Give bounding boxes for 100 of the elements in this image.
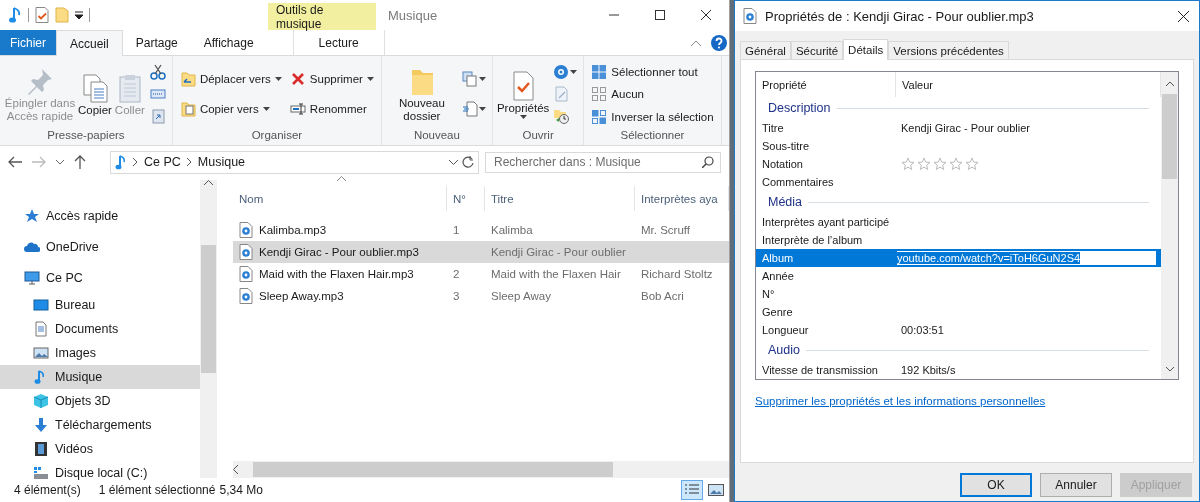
selection-info: 1 élément sélectionné (98, 483, 216, 497)
nav-item[interactable]: Téléchargements (0, 413, 200, 437)
breadcrumb[interactable]: Ce PC (144, 155, 181, 169)
property-name: Sous-titre (761, 140, 811, 152)
up-icon[interactable] (74, 155, 86, 169)
nav-item[interactable]: OneDrive (0, 231, 200, 262)
file-name: Maid with the Flaxen Hair.mp3 (259, 268, 414, 280)
artist-name: Mr. Scruff (641, 224, 690, 236)
new-item-icon (461, 71, 478, 88)
caret-icon (478, 106, 486, 111)
album-field[interactable]: youtube.com/watch?v=iToH6GuN2S4 (896, 250, 1157, 266)
forward-icon[interactable] (32, 156, 46, 168)
rating-stars[interactable] (901, 157, 979, 171)
audio-file-icon (239, 266, 253, 282)
properties-icon[interactable] (35, 7, 49, 23)
star-icon (933, 157, 947, 171)
chevron-down-icon[interactable] (449, 159, 458, 165)
ribbon-button[interactable]: Copier (78, 69, 112, 119)
scrollbar[interactable] (233, 461, 729, 478)
column-header[interactable]: Interprètes aya (635, 186, 729, 211)
ribbon-button[interactable]: Nouveau dossier (385, 63, 458, 125)
rename-icon (289, 101, 306, 117)
column-header[interactable]: Titre (485, 186, 635, 211)
film-icon (33, 441, 49, 457)
ribbon-button[interactable]: Supprimer (286, 69, 377, 89)
collapse-ribbon-icon[interactable] (691, 39, 701, 46)
scroll-down-icon (1165, 366, 1174, 372)
column-header[interactable]: Propriété (756, 72, 896, 97)
nav-item[interactable]: Disque local (C:) (0, 461, 200, 485)
scroll-up-icon (1165, 80, 1174, 86)
disc-icon (553, 64, 570, 80)
ribbon-tab[interactable]: Affichage (190, 30, 267, 55)
dialog-tab[interactable]: Général (740, 41, 791, 59)
nav-item[interactable]: Images (0, 341, 200, 365)
ribbon-button[interactable]: Renommer (286, 99, 377, 119)
scrollbar-thumb[interactable] (201, 245, 216, 373)
back-icon[interactable] (8, 156, 22, 168)
address-bar[interactable]: Ce PC Musique (110, 150, 479, 174)
invert-selection-icon (591, 108, 608, 125)
download-icon (33, 417, 49, 433)
nav-item[interactable]: Objets 3D (0, 389, 200, 413)
caret-icon (478, 77, 486, 82)
folder-copy-icon (179, 101, 196, 117)
scrollbar-thumb[interactable] (253, 462, 613, 477)
breadcrumb[interactable]: Musique (197, 155, 246, 169)
file-row[interactable]: Kendji Girac - Pour oublier.mp3 Kendji Girac - Pour oublier (233, 241, 729, 263)
path-icon (149, 86, 166, 102)
disc-button[interactable] (551, 63, 580, 81)
nav-item[interactable]: Musique (0, 365, 200, 389)
ribbon-button[interactable]: Sélectionner tout (588, 61, 717, 82)
ribbon-button[interactable]: Aucun (588, 84, 717, 104)
edit-icon (553, 86, 570, 102)
ok-button[interactable]: OK (960, 473, 1032, 497)
dialog-tab[interactable]: Détails (843, 39, 889, 60)
property-name: Album (756, 249, 896, 267)
cancel-button[interactable]: Annuler (1040, 473, 1112, 497)
select-none-icon (591, 86, 608, 102)
scrollbar-thumb[interactable] (1162, 94, 1177, 179)
artist-name: Richard Stoltz (641, 268, 713, 280)
caret-icon[interactable] (75, 11, 83, 19)
ribbon-button[interactable]: Propriétés (496, 67, 550, 121)
property-value: Kendji Girac - Pour oublier (901, 122, 1030, 134)
section-heading: Audio (768, 343, 800, 357)
star-icon (965, 157, 979, 171)
ribbon-tab[interactable]: Accueil (56, 30, 123, 56)
remove-properties-link[interactable]: Supprimer les propriétés et les informations personnelles (755, 395, 1046, 407)
dialog-tab[interactable]: Versions précédentes (888, 41, 1009, 59)
close-icon (701, 10, 711, 20)
ribbon-button[interactable]: Copier vers (176, 99, 285, 119)
track-number: 1 (453, 224, 460, 236)
file-menu-button[interactable]: Fichier (0, 30, 56, 55)
refresh-icon[interactable] (462, 156, 474, 168)
column-header[interactable]: N° (447, 186, 485, 211)
chevron-down-icon[interactable] (56, 159, 64, 165)
nav-item[interactable]: Bureau (0, 293, 200, 317)
scrollbar[interactable] (200, 180, 217, 478)
close-button[interactable] (1178, 10, 1189, 22)
ribbon-tab[interactable]: Partage (122, 30, 191, 55)
file-row[interactable]: Kalimba.mp3 1 Kalimba Mr. Scruff (233, 219, 729, 241)
ribbon-tab[interactable]: Lecture (292, 30, 385, 55)
help-icon[interactable] (711, 34, 727, 51)
nav-item[interactable]: Ce PC (0, 262, 200, 293)
ribbon-button[interactable]: Déplacer vers (176, 69, 285, 89)
chevron-right-icon (186, 158, 192, 166)
scrollbar[interactable] (1161, 72, 1178, 379)
ribbon-group-label: Nouveau (412, 129, 461, 143)
new-item-button[interactable] (459, 70, 488, 89)
ribbon-button[interactable]: Inverser la sélection (588, 106, 717, 127)
column-header[interactable]: Nom (233, 186, 447, 211)
property-name: Commentaires (761, 176, 835, 188)
search-field[interactable]: Rechercher dans : Musique (485, 151, 721, 173)
desktop-icon (33, 297, 49, 313)
file-row[interactable]: Sleep Away.mp3 3 Sleep Away Bob Acri (233, 285, 729, 307)
file-row[interactable]: Maid with the Flaxen Hair.mp3 2 Maid with the Flaxen Hair Richard Stoltz (233, 263, 729, 285)
nav-item[interactable]: Vidéos (0, 437, 200, 461)
nav-item[interactable]: Accès rapide (0, 200, 200, 231)
dialog-tab[interactable]: Sécurité (790, 41, 844, 59)
nav-item[interactable]: Documents (0, 317, 200, 341)
track-number: 3 (453, 290, 460, 302)
scissors-button[interactable] (147, 63, 168, 81)
